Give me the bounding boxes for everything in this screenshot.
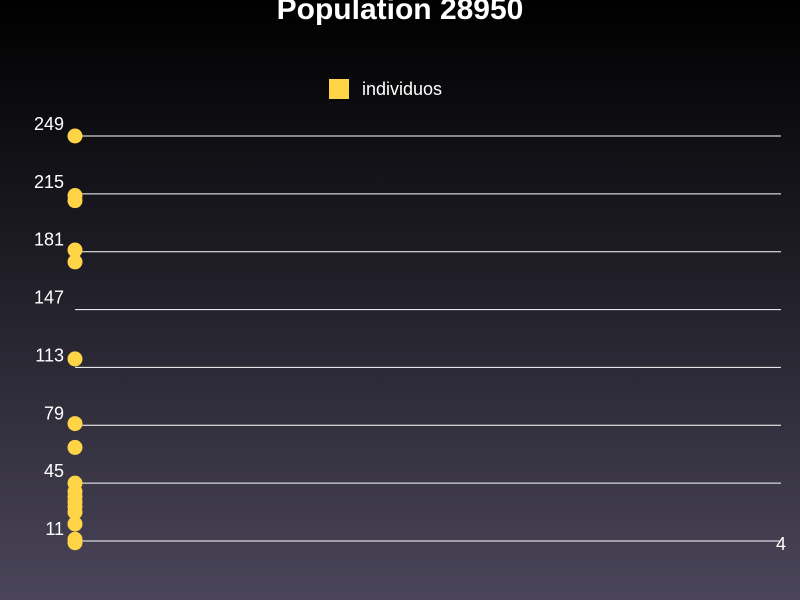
gridlines [75,135,781,542]
y-tick-label: 215 [34,172,64,192]
legend-swatch [329,79,349,99]
y-tick-label: 79 [44,403,64,423]
chart-title: Population 28950 [277,0,524,26]
data-point [67,439,83,455]
y-tick-label: 147 [34,288,64,308]
data-point [67,351,83,367]
data-points [67,128,83,551]
data-point [67,535,83,551]
y-tick-label: 11 [45,519,64,539]
data-point [67,254,83,270]
data-point [67,416,83,432]
y-tick-label: 113 [35,345,64,365]
legend-label: individuos [362,79,442,99]
data-point [67,516,83,532]
x-axis-ticks: 4 [776,534,786,554]
y-tick-label: 181 [34,230,64,250]
data-point [67,193,83,209]
legend: individuos [329,79,442,99]
data-point [67,128,83,144]
y-tick-label: 45 [44,461,64,481]
y-axis-ticks: 249 215 181 147 113 79 45 11 [34,114,64,539]
y-tick-label: 249 [34,114,64,134]
x-tick-label: 4 [776,534,786,554]
scatter-chart: Population 28950 individuos 249 215 181 147… [34,0,786,554]
